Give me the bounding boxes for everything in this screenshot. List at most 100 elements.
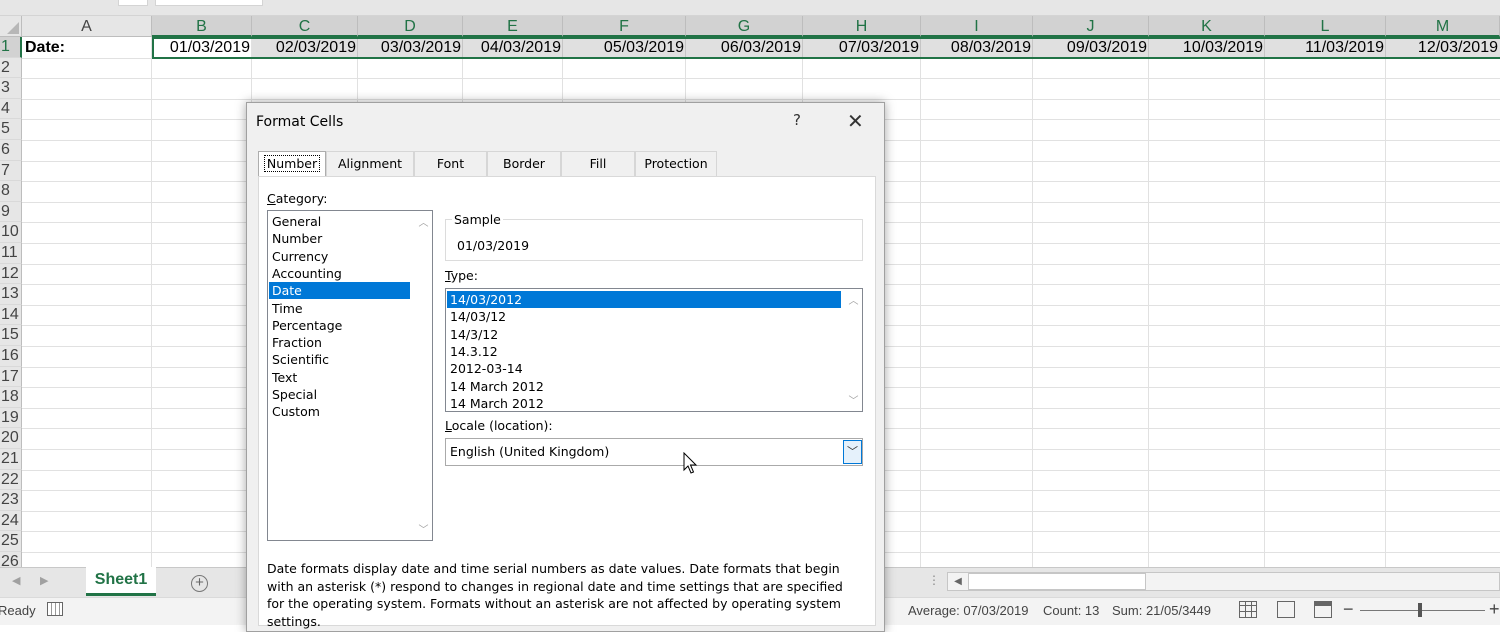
row-header-19[interactable]: 19 xyxy=(0,407,22,429)
category-listbox[interactable]: General Number Currency Accounting Date Time P… xyxy=(267,210,433,541)
type-listbox[interactable]: 14/03/2012 14/03/12 14/3/12 14.3.12 2012-03-… xyxy=(445,288,863,412)
horizontal-scroll-thumb[interactable] xyxy=(968,573,1146,590)
zoom-out-icon[interactable]: − xyxy=(1343,599,1354,620)
category-item-fraction[interactable]: Fraction xyxy=(269,334,410,351)
row-header-17[interactable]: 17 xyxy=(0,366,22,388)
tab-border[interactable]: Border xyxy=(487,151,561,176)
row-header-5[interactable]: 5 xyxy=(0,119,22,140)
column-header-d[interactable]: D xyxy=(358,16,463,37)
zoom-slider-thumb[interactable] xyxy=(1418,603,1422,617)
scroll-split-icon[interactable]: ⋮ xyxy=(928,573,940,587)
column-header-f[interactable]: F xyxy=(563,16,686,37)
status-average[interactable]: Average: 07/03/2019 xyxy=(908,603,1028,618)
next-sheet-icon[interactable]: ▶ xyxy=(40,574,48,587)
tab-fill[interactable]: Fill xyxy=(561,151,635,176)
column-header-c[interactable]: C xyxy=(252,16,358,37)
row-header-24[interactable]: 24 xyxy=(0,510,22,532)
type-item[interactable]: 2012-03-14 xyxy=(447,360,841,377)
row-header-15[interactable]: 15 xyxy=(0,325,22,346)
cell-g1[interactable]: 06/03/2019 xyxy=(686,37,803,58)
type-item[interactable]: 14/03/12 xyxy=(447,308,841,325)
row-header-18[interactable]: 18 xyxy=(0,387,22,408)
type-scrollbar[interactable]: ︿ ﹀ xyxy=(845,289,862,411)
category-item-scientific[interactable]: Scientific xyxy=(269,351,410,368)
category-scrollbar[interactable]: ︿ ﹀ xyxy=(415,211,432,540)
cell-d1[interactable]: 03/03/2019 xyxy=(358,37,463,58)
type-item[interactable]: 14/03/2012 xyxy=(447,291,841,308)
row-header-7[interactable]: 7 xyxy=(0,160,22,182)
zoom-in-icon[interactable]: + xyxy=(1489,599,1500,620)
row-header-4[interactable]: 4 xyxy=(0,98,22,120)
column-header-b[interactable]: B xyxy=(152,16,252,37)
row-header-22[interactable]: 22 xyxy=(0,469,22,491)
cell-h1[interactable]: 07/03/2019 xyxy=(803,37,921,58)
tab-alignment[interactable]: Alignment xyxy=(326,151,414,176)
chevron-down-icon[interactable]: ﹀ xyxy=(843,440,862,464)
cell-k1[interactable]: 10/03/2019 xyxy=(1149,37,1265,58)
cell-f1[interactable]: 05/03/2019 xyxy=(563,37,686,58)
scroll-left-icon[interactable]: ◀ xyxy=(949,574,967,589)
row-header-9[interactable]: 9 xyxy=(0,201,22,223)
sheet-tab-sheet1[interactable]: Sheet1 xyxy=(86,567,156,596)
row-header-1[interactable]: 1 xyxy=(0,37,22,58)
row-header-12[interactable]: 12 xyxy=(0,263,22,285)
locale-dropdown[interactable]: English (United Kingdom) xyxy=(445,438,863,466)
page-break-view-icon[interactable] xyxy=(1314,601,1332,618)
row-header-16[interactable]: 16 xyxy=(0,346,22,367)
normal-view-icon[interactable] xyxy=(1239,601,1257,618)
column-header-a[interactable]: A xyxy=(22,16,152,37)
cell-e1[interactable]: 04/03/2019 xyxy=(463,37,563,58)
cell-c1[interactable]: 02/03/2019 xyxy=(252,37,358,58)
status-sum[interactable]: Sum: 21/05/3449 xyxy=(1112,603,1211,618)
category-item-date[interactable]: Date xyxy=(269,282,410,300)
row-header-11[interactable]: 11 xyxy=(0,243,22,264)
type-item[interactable]: 14 March 2012 xyxy=(447,378,841,395)
category-item-custom[interactable]: Custom xyxy=(269,403,410,420)
row-header-6[interactable]: 6 xyxy=(0,140,22,161)
row-header-10[interactable]: 10 xyxy=(0,222,22,243)
column-header-e[interactable]: E xyxy=(463,16,563,37)
cell-m1[interactable]: 12/03/2019 xyxy=(1386,37,1500,58)
row-header-13[interactable]: 13 xyxy=(0,284,22,305)
page-layout-view-icon[interactable] xyxy=(1277,601,1295,618)
row-header-25[interactable]: 25 xyxy=(0,531,22,552)
row-header-14[interactable]: 14 xyxy=(0,304,22,326)
select-all-button[interactable] xyxy=(0,16,22,37)
category-item-general[interactable]: General xyxy=(269,213,410,230)
category-item-time[interactable]: Time xyxy=(269,300,410,317)
cell-b1[interactable]: 01/03/2019 xyxy=(152,37,252,58)
scroll-up-icon[interactable]: ︿ xyxy=(415,214,432,229)
column-header-l[interactable]: L xyxy=(1265,16,1386,37)
category-item-number[interactable]: Number xyxy=(269,230,410,247)
column-header-j[interactable]: J xyxy=(1033,16,1149,37)
type-item[interactable]: 14/3/12 xyxy=(447,326,841,343)
row-header-2[interactable]: 2 xyxy=(0,57,22,79)
cell-i1[interactable]: 08/03/2019 xyxy=(921,37,1033,58)
cell-l1[interactable]: 11/03/2019 xyxy=(1265,37,1386,58)
category-item-accounting[interactable]: Accounting xyxy=(269,265,410,282)
scroll-down-icon[interactable]: ﹀ xyxy=(415,521,432,536)
help-icon[interactable]: ? xyxy=(793,111,801,129)
row-header-3[interactable]: 3 xyxy=(0,78,22,99)
add-sheet-icon[interactable]: + xyxy=(191,575,208,592)
status-count[interactable]: Count: 13 xyxy=(1043,603,1099,618)
type-item[interactable]: 14.3.12 xyxy=(447,343,841,360)
type-item[interactable]: 14 March 2012 xyxy=(447,395,841,412)
category-item-percentage[interactable]: Percentage xyxy=(269,317,410,334)
cell-j1[interactable]: 09/03/2019 xyxy=(1033,37,1149,58)
column-header-k[interactable]: K xyxy=(1149,16,1265,37)
cell-a1[interactable]: Date: xyxy=(22,37,152,58)
row-header-8[interactable]: 8 xyxy=(0,181,22,202)
prev-sheet-icon[interactable]: ◀ xyxy=(12,574,20,587)
column-header-m[interactable]: M xyxy=(1386,16,1500,37)
column-header-g[interactable]: G xyxy=(686,16,803,37)
category-item-special[interactable]: Special xyxy=(269,386,410,403)
category-item-text[interactable]: Text xyxy=(269,369,410,386)
column-header-h[interactable]: H xyxy=(803,16,921,37)
zoom-slider[interactable] xyxy=(1360,610,1485,611)
column-header-i[interactable]: I xyxy=(921,16,1033,37)
macro-record-icon[interactable] xyxy=(47,602,63,616)
tab-font[interactable]: Font xyxy=(414,151,487,176)
row-header-23[interactable]: 23 xyxy=(0,490,22,511)
row-header-21[interactable]: 21 xyxy=(0,449,22,470)
